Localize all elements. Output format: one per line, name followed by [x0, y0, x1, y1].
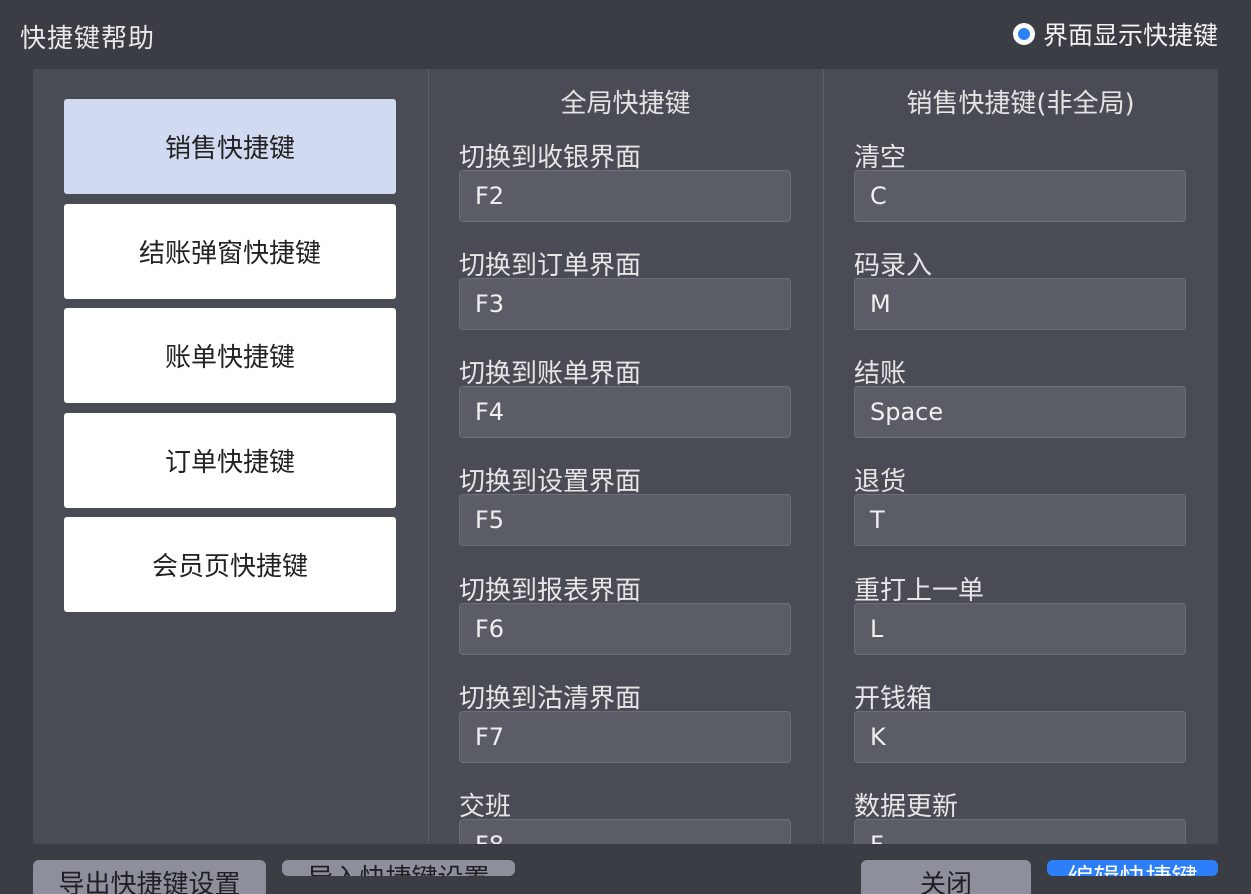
shortcut-key-field[interactable]: F2 — [459, 170, 791, 222]
shortcut-label: 切换到账单界面 — [459, 359, 642, 389]
shortcut-label: 数据更新 — [854, 792, 959, 822]
category-list: 销售快捷键 结账弹窗快捷键 账单快捷键 订单快捷键 会员页快捷键 — [33, 69, 429, 844]
shortcut-key-field[interactable]: F4 — [459, 386, 791, 438]
sales-shortcuts-heading: 销售快捷键(非全局) — [906, 89, 1135, 119]
category-checkout-popup[interactable]: 结账弹窗快捷键 — [64, 204, 396, 299]
edit-shortcuts-label: 编辑快捷键 — [1067, 860, 1197, 876]
shortcut-label: 退货 — [854, 467, 907, 497]
category-sales[interactable]: 销售快捷键 — [64, 99, 396, 194]
shortcut-label: 码录入 — [854, 251, 933, 281]
shortcut-content-panel: 销售快捷键 结账弹窗快捷键 账单快捷键 订单快捷键 会员页快捷键 全局快捷键 切… — [33, 69, 1218, 844]
edit-shortcuts-button[interactable]: 编辑快捷键 — [1047, 860, 1218, 876]
shortcut-label: 切换到设置界面 — [459, 467, 642, 497]
import-shortcuts-button[interactable]: 导入快捷键设置 — [282, 860, 515, 876]
shortcut-key-field[interactable]: F8 — [459, 819, 791, 844]
dialog-title: 快捷键帮助 — [20, 24, 156, 54]
global-shortcuts-column: 全局快捷键 切换到收银界面 F2 切换到订单界面 F3 切换到账单界面 F4 切… — [428, 69, 824, 844]
close-button[interactable]: 关闭 — [861, 860, 1031, 894]
import-shortcuts-label: 导入快捷键设置 — [307, 860, 489, 876]
shortcut-key-field[interactable]: C — [854, 170, 1186, 222]
shortcut-key-field[interactable]: T — [854, 494, 1186, 546]
category-member[interactable]: 会员页快捷键 — [64, 517, 396, 612]
show-shortcuts-toggle[interactable]: 界面显示快捷键 — [1012, 16, 1218, 52]
category-bill[interactable]: 账单快捷键 — [64, 308, 396, 403]
shortcut-label: 交班 — [459, 792, 512, 822]
category-order[interactable]: 订单快捷键 — [64, 413, 396, 508]
shortcut-key-field[interactable]: F5 — [459, 494, 791, 546]
shortcut-label: 切换到订单界面 — [459, 251, 642, 281]
shortcut-label: 结账 — [854, 359, 907, 389]
shortcut-key-field[interactable]: M — [854, 278, 1186, 330]
export-shortcuts-button[interactable]: 导出快捷键设置 — [33, 860, 266, 894]
radio-selected-icon[interactable] — [1012, 23, 1035, 45]
shortcut-label: 重打上一单 — [854, 576, 985, 606]
global-shortcuts-heading: 全局快捷键 — [560, 89, 691, 119]
shortcut-label: 切换到沽清界面 — [459, 684, 642, 714]
shortcut-key-field[interactable]: L — [854, 603, 1186, 655]
shortcut-label: 开钱箱 — [854, 684, 933, 714]
shortcut-key-field[interactable]: Space — [854, 386, 1186, 438]
shortcut-key-field[interactable]: F3 — [459, 278, 791, 330]
shortcut-key-field[interactable]: F6 — [459, 603, 791, 655]
shortcut-label: 清空 — [854, 143, 907, 173]
shortcut-key-field[interactable]: F7 — [459, 711, 791, 763]
sales-shortcuts-column: 销售快捷键(非全局) 清空 C 码录入 M 结账 Space 退货 T 重打上一… — [823, 69, 1218, 844]
shortcut-label: 切换到收银界面 — [459, 143, 642, 173]
shortcut-help-dialog: 快捷键帮助 界面显示快捷键 销售快捷键 结账弹窗快捷键 账单快捷键 订单快捷键 … — [0, 0, 1251, 894]
shortcut-label: 切换到报表界面 — [459, 576, 642, 606]
show-shortcuts-label: 界面显示快捷键 — [1042, 21, 1218, 50]
shortcut-key-field[interactable]: K — [854, 711, 1186, 763]
shortcut-key-field[interactable]: F — [854, 819, 1186, 844]
